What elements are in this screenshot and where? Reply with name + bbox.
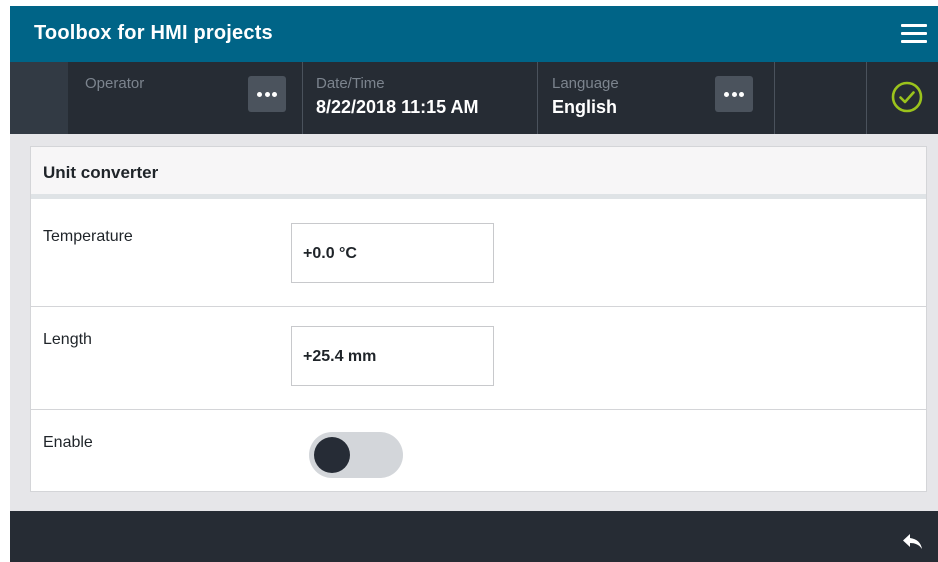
language-label: Language xyxy=(552,75,619,92)
dot-icon xyxy=(257,92,262,97)
temperature-row: Temperature +0.0 °C xyxy=(31,204,926,307)
title-bar: Toolbox for HMI projects xyxy=(10,6,938,62)
length-field[interactable]: +25.4 mm xyxy=(291,326,494,386)
temperature-field[interactable]: +0.0 °C xyxy=(291,223,494,283)
bottom-bar xyxy=(10,511,938,562)
status-separator xyxy=(302,62,303,134)
panel-header: Unit converter xyxy=(31,147,926,199)
language-value: English xyxy=(552,97,618,117)
enable-label: Enable xyxy=(43,434,93,451)
language-more-button[interactable] xyxy=(715,76,753,112)
dot-icon xyxy=(724,92,729,97)
check-circle-icon[interactable] xyxy=(890,80,924,114)
app-title: Toolbox for HMI projects xyxy=(34,22,273,44)
status-separator xyxy=(537,62,538,134)
enable-row: Enable xyxy=(31,409,926,491)
length-row: Length +25.4 mm xyxy=(31,306,926,410)
back-arrow-icon[interactable] xyxy=(902,533,924,551)
length-label: Length xyxy=(43,331,92,348)
temperature-value: +0.0 °C xyxy=(303,245,357,262)
unit-converter-panel: Unit converter Temperature +0.0 °C Lengt… xyxy=(30,146,927,492)
status-separator xyxy=(774,62,775,134)
panel-title: Unit converter xyxy=(43,163,159,182)
status-separator xyxy=(866,62,867,134)
operator-more-button[interactable] xyxy=(248,76,286,112)
temperature-label: Temperature xyxy=(43,228,133,245)
dot-icon xyxy=(731,92,737,97)
hamburger-menu-icon[interactable] xyxy=(898,20,930,48)
datetime-label: Date/Time xyxy=(316,75,385,92)
dot-icon xyxy=(264,92,270,97)
operator-label: Operator xyxy=(85,75,145,92)
status-bar: Operator Date/Time 8/22/2018 11:15 AM La… xyxy=(10,62,938,134)
status-bar-left-block xyxy=(10,62,68,134)
dot-icon xyxy=(272,92,277,97)
toggle-knob xyxy=(314,437,350,473)
dot-icon xyxy=(739,92,744,97)
app-frame: Toolbox for HMI projects Operator Date/T… xyxy=(10,6,938,562)
length-value: +25.4 mm xyxy=(303,348,377,365)
enable-toggle[interactable] xyxy=(309,432,403,478)
datetime-value[interactable]: 8/22/2018 11:15 AM xyxy=(316,97,478,118)
